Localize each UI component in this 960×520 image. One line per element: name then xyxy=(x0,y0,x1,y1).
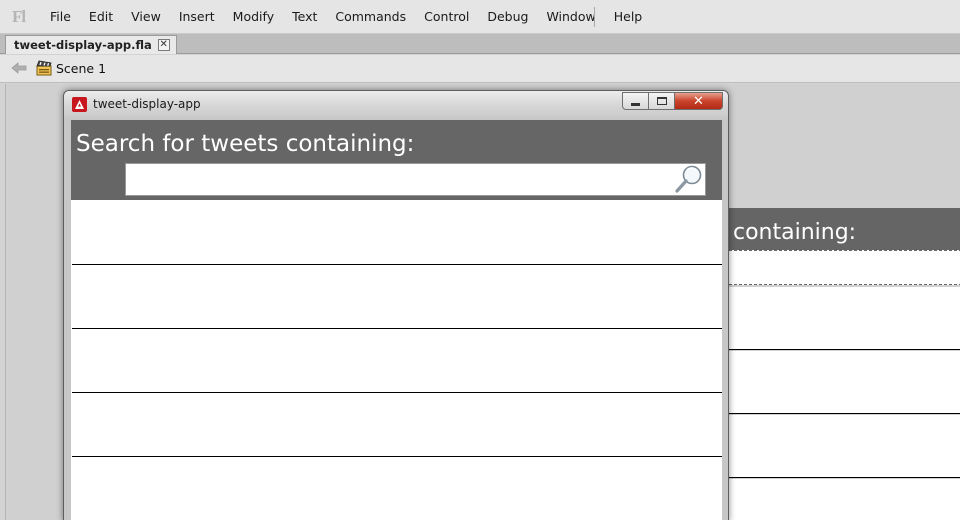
app-header: Search for tweets containing: xyxy=(71,120,722,200)
list-item[interactable] xyxy=(72,329,722,393)
search-input[interactable] xyxy=(125,163,706,196)
search-icon[interactable] xyxy=(673,164,705,194)
close-icon: ✕ xyxy=(693,93,704,109)
menu-commands[interactable]: Commands xyxy=(326,0,415,34)
document-tab[interactable]: tweet-display-app.fla ✕ xyxy=(5,35,177,54)
minimize-button[interactable] xyxy=(622,92,649,110)
air-app-icon xyxy=(72,97,87,112)
preview-window: tweet-display-app ✕ Search for tweets co… xyxy=(63,90,729,520)
app-content: Search for tweets containing: xyxy=(71,120,722,520)
search-heading: Search for tweets containing: xyxy=(76,131,415,157)
list-item[interactable] xyxy=(72,201,722,265)
back-arrow-icon[interactable] xyxy=(10,60,28,76)
menu-control[interactable]: Control xyxy=(415,0,478,34)
maximize-button[interactable] xyxy=(649,92,675,110)
menu-insert[interactable]: Insert xyxy=(170,0,224,34)
close-icon[interactable]: ✕ xyxy=(157,39,170,51)
menu-file[interactable]: File xyxy=(41,0,80,34)
scene-icon xyxy=(36,60,52,76)
close-button[interactable]: ✕ xyxy=(675,92,723,110)
document-tab-label: tweet-display-app.fla xyxy=(14,38,152,52)
menu-modify[interactable]: Modify xyxy=(224,0,283,34)
window-title: tweet-display-app xyxy=(93,97,201,111)
menu-separator xyxy=(594,7,595,27)
menu-view[interactable]: View xyxy=(122,0,170,34)
flash-logo-icon: Fl xyxy=(12,7,26,26)
stage-app-header-text: containing: xyxy=(733,220,857,245)
scene-label[interactable]: Scene 1 xyxy=(56,61,106,76)
minimize-icon xyxy=(631,102,640,106)
menu-text[interactable]: Text xyxy=(283,0,326,34)
list-item[interactable] xyxy=(72,393,722,457)
menu-debug[interactable]: Debug xyxy=(478,0,537,34)
list-item[interactable] xyxy=(72,457,722,520)
maximize-icon xyxy=(656,97,667,105)
list-item[interactable] xyxy=(72,265,722,329)
edit-bar: Scene 1 xyxy=(0,55,960,83)
menu-items: File Edit View Insert Modify Text Comman… xyxy=(41,0,651,34)
document-tab-strip: tweet-display-app.fla ✕ xyxy=(0,34,960,54)
menu-edit[interactable]: Edit xyxy=(80,0,122,34)
tweet-list xyxy=(72,201,722,520)
menu-bar: Fl File Edit View Insert Modify Text Com… xyxy=(0,0,960,34)
window-controls: ✕ xyxy=(622,92,723,110)
window-titlebar[interactable]: tweet-display-app ✕ xyxy=(64,91,728,118)
menu-help[interactable]: Help xyxy=(605,0,652,34)
